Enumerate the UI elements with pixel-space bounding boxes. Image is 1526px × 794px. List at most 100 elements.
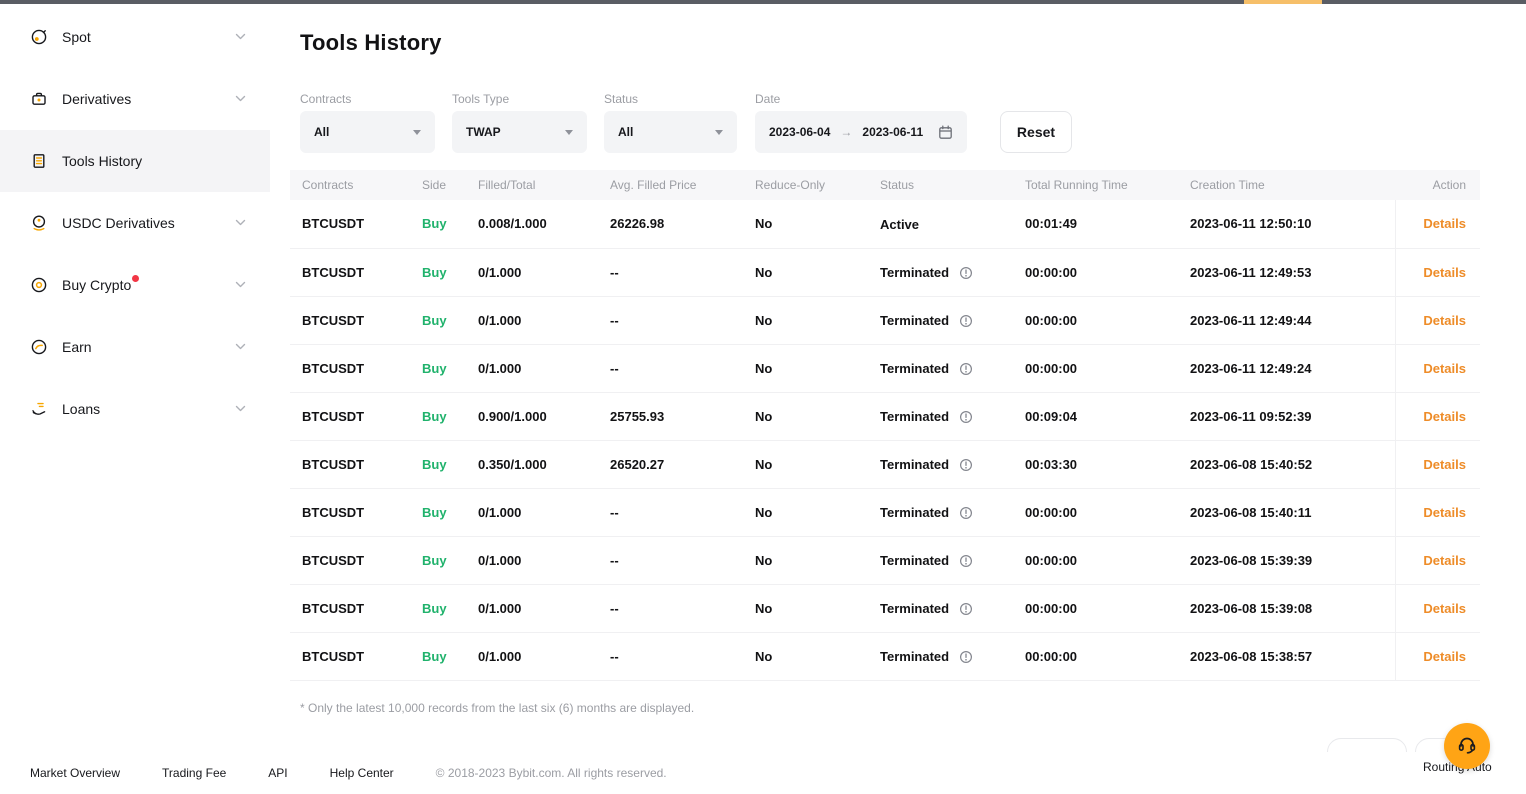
cell-contracts: BTCUSDT bbox=[290, 632, 410, 680]
date-to-value: 2023-06-11 bbox=[862, 125, 923, 139]
status-select-value: All bbox=[618, 125, 633, 139]
cell-total-running-time: 00:00:00 bbox=[1013, 632, 1178, 680]
tools-type-select-value: TWAP bbox=[466, 125, 501, 139]
header-action: Action bbox=[1395, 170, 1480, 200]
table-header-row: Contracts Side Filled/Total Avg. Filled … bbox=[290, 170, 1480, 200]
status-info-icon[interactable] bbox=[959, 362, 973, 376]
details-link[interactable]: Details bbox=[1423, 601, 1466, 616]
sidebar-item-spot[interactable]: Spot bbox=[0, 6, 270, 68]
cell-total-running-time: 00:00:00 bbox=[1013, 296, 1178, 344]
status-info-icon[interactable] bbox=[959, 314, 973, 328]
cell-status: Terminated bbox=[868, 584, 1013, 632]
cell-status: Terminated bbox=[868, 440, 1013, 488]
cell-contracts: BTCUSDT bbox=[290, 248, 410, 296]
status-filter-label: Status bbox=[604, 92, 638, 106]
status-info-icon[interactable] bbox=[959, 410, 973, 424]
date-range-arrow-icon: → bbox=[840, 125, 852, 139]
details-link[interactable]: Details bbox=[1423, 313, 1466, 328]
status-select[interactable]: All bbox=[604, 111, 737, 153]
cell-side: Buy bbox=[410, 440, 466, 488]
tools-type-select[interactable]: TWAP bbox=[452, 111, 587, 153]
cell-total-running-time: 00:00:00 bbox=[1013, 584, 1178, 632]
cell-creation-time: 2023-06-11 12:50:10 bbox=[1178, 200, 1395, 248]
table-row: BTCUSDT Buy 0/1.000 -- No Terminated 00:… bbox=[290, 632, 1480, 680]
records-footnote: * Only the latest 10,000 records from th… bbox=[300, 701, 694, 715]
cell-avg-filled-price: -- bbox=[598, 488, 743, 536]
sidebar-item-label: USDC Derivatives bbox=[62, 215, 175, 231]
earn-icon bbox=[30, 338, 48, 356]
loans-icon bbox=[30, 400, 48, 418]
headset-icon bbox=[1455, 733, 1479, 760]
date-range-picker[interactable]: 2023-06-04 → 2023-06-11 bbox=[755, 111, 967, 153]
cell-reduce-only: No bbox=[743, 392, 868, 440]
tools-history-icon bbox=[30, 152, 48, 170]
status-info-icon[interactable] bbox=[959, 554, 973, 568]
chevron-down-icon bbox=[235, 33, 246, 41]
cell-status: Terminated bbox=[868, 392, 1013, 440]
details-link[interactable]: Details bbox=[1423, 361, 1466, 376]
footer-link-market-overview[interactable]: Market Overview bbox=[30, 766, 120, 780]
details-link[interactable]: Details bbox=[1423, 649, 1466, 664]
cell-side: Buy bbox=[410, 248, 466, 296]
cell-total-running-time: 00:00:00 bbox=[1013, 488, 1178, 536]
main-content: Tools History Contracts Tools Type Statu… bbox=[270, 4, 1526, 752]
cell-contracts: BTCUSDT bbox=[290, 536, 410, 584]
cell-avg-filled-price: 25755.93 bbox=[598, 392, 743, 440]
cell-avg-filled-price: -- bbox=[598, 248, 743, 296]
cell-total-running-time: 00:03:30 bbox=[1013, 440, 1178, 488]
footer-link-trading-fee[interactable]: Trading Fee bbox=[162, 766, 226, 780]
table-row: BTCUSDT Buy 0/1.000 -- No Terminated 00:… bbox=[290, 296, 1480, 344]
tools-type-filter-label: Tools Type bbox=[452, 92, 509, 106]
date-from-value: 2023-06-04 bbox=[769, 125, 830, 139]
header-avg-filled-price: Avg. Filled Price bbox=[598, 170, 743, 200]
details-link[interactable]: Details bbox=[1423, 553, 1466, 568]
sidebar-item-buy-crypto[interactable]: Buy Crypto bbox=[0, 254, 270, 316]
contracts-filter-label: Contracts bbox=[300, 92, 351, 106]
sidebar-item-usdc-derivatives[interactable]: USDC Derivatives bbox=[0, 192, 270, 254]
date-filter-label: Date bbox=[755, 92, 780, 106]
details-link[interactable]: Details bbox=[1423, 409, 1466, 424]
status-info-icon[interactable] bbox=[959, 266, 973, 280]
header-filled-total: Filled/Total bbox=[466, 170, 598, 200]
sidebar-item-loans[interactable]: Loans bbox=[0, 378, 270, 440]
table-row: BTCUSDT Buy 0.900/1.000 25755.93 No Term… bbox=[290, 392, 1480, 440]
cell-creation-time: 2023-06-08 15:39:08 bbox=[1178, 584, 1395, 632]
status-info-icon[interactable] bbox=[959, 458, 973, 472]
cell-creation-time: 2023-06-08 15:38:57 bbox=[1178, 632, 1395, 680]
cell-side: Buy bbox=[410, 344, 466, 392]
details-link[interactable]: Details bbox=[1423, 505, 1466, 520]
cell-avg-filled-price: -- bbox=[598, 632, 743, 680]
details-link[interactable]: Details bbox=[1423, 457, 1466, 472]
support-chat-button[interactable] bbox=[1444, 723, 1490, 769]
footer-link-api[interactable]: API bbox=[268, 766, 287, 780]
sidebar-item-derivatives[interactable]: Derivatives bbox=[0, 68, 270, 130]
sidebar-item-earn[interactable]: Earn bbox=[0, 316, 270, 378]
sidebar-item-label: Earn bbox=[62, 339, 92, 355]
cell-avg-filled-price: -- bbox=[598, 344, 743, 392]
header-side: Side bbox=[410, 170, 466, 200]
cell-status: Terminated bbox=[868, 296, 1013, 344]
sidebar-item-label: Derivatives bbox=[62, 91, 131, 107]
cell-status: Terminated bbox=[868, 536, 1013, 584]
sidebar-item-tools-history[interactable]: Tools History bbox=[0, 130, 270, 192]
caret-down-icon bbox=[413, 130, 421, 135]
status-info-icon[interactable] bbox=[959, 602, 973, 616]
status-info-icon[interactable] bbox=[959, 506, 973, 520]
cell-status: Terminated bbox=[868, 632, 1013, 680]
status-info-icon[interactable] bbox=[959, 650, 973, 664]
cell-reduce-only: No bbox=[743, 536, 868, 584]
details-link[interactable]: Details bbox=[1423, 216, 1466, 231]
cell-creation-time: 2023-06-08 15:40:52 bbox=[1178, 440, 1395, 488]
cell-total-running-time: 00:00:00 bbox=[1013, 344, 1178, 392]
details-link[interactable]: Details bbox=[1423, 265, 1466, 280]
cell-creation-time: 2023-06-11 12:49:44 bbox=[1178, 296, 1395, 344]
cell-filled-total: 0/1.000 bbox=[466, 344, 598, 392]
sidebar: Spot Derivatives Tools History USDC Deri… bbox=[0, 4, 270, 752]
footer-link-help-center[interactable]: Help Center bbox=[330, 766, 394, 780]
table-row: BTCUSDT Buy 0.350/1.000 26520.27 No Term… bbox=[290, 440, 1480, 488]
reset-button[interactable]: Reset bbox=[1000, 111, 1072, 153]
header-creation-time: Creation Time bbox=[1178, 170, 1395, 200]
contracts-select[interactable]: All bbox=[300, 111, 435, 153]
sidebar-item-label: Loans bbox=[62, 401, 100, 417]
cell-contracts: BTCUSDT bbox=[290, 584, 410, 632]
